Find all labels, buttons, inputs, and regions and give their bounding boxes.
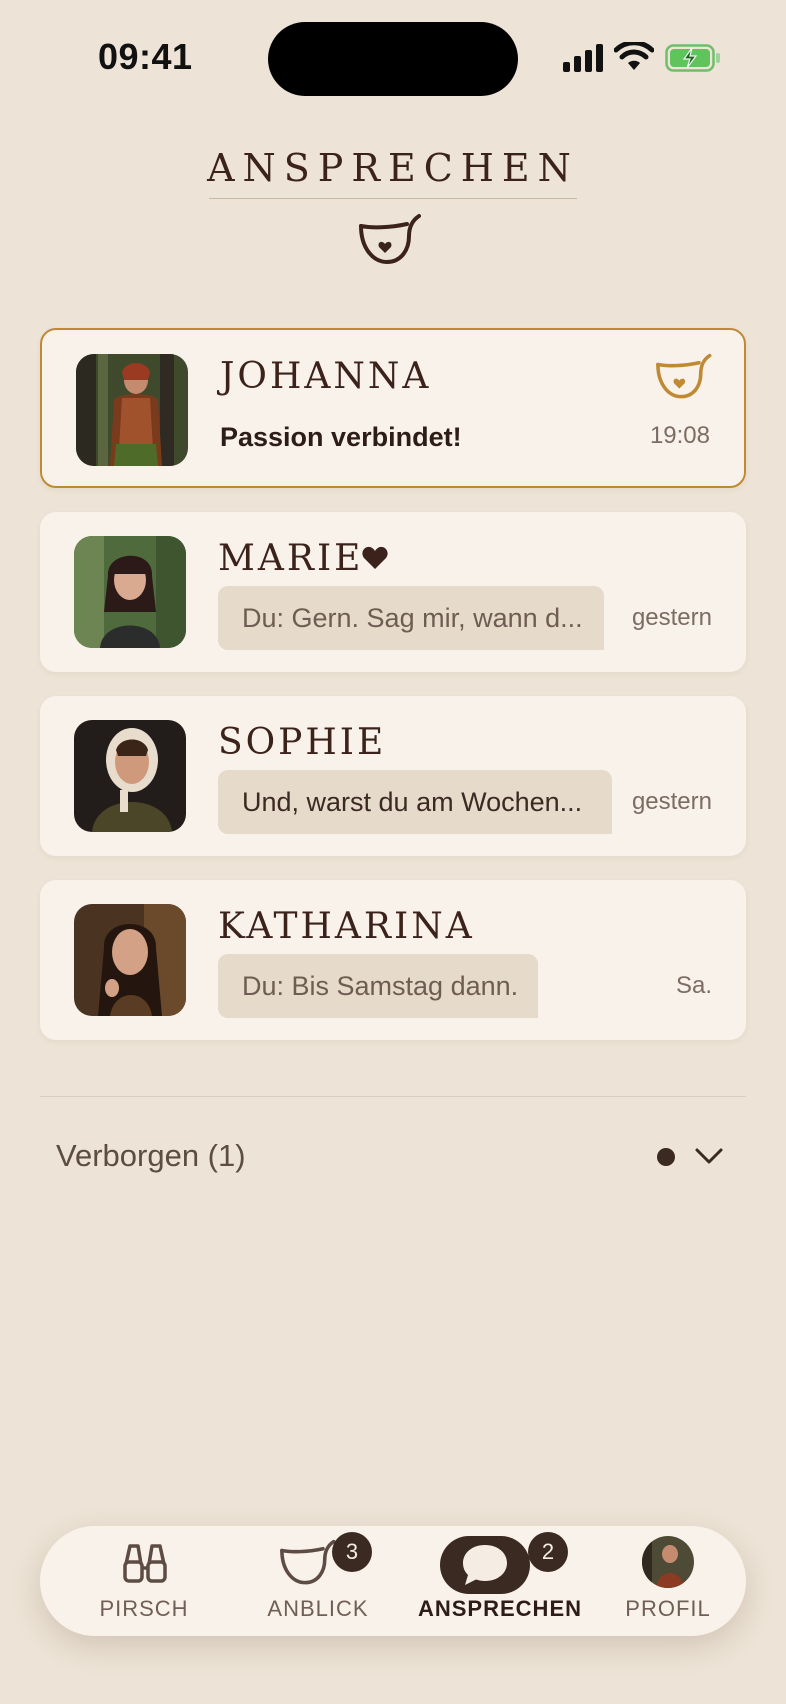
tab-pirsch[interactable]: PIRSCH <box>60 1526 228 1636</box>
conversation-card-katharina[interactable]: KATHARINA Du: Bis Samstag dann. Sa. <box>40 880 746 1040</box>
tab-anblick[interactable]: 3 ANBLICK <box>234 1526 402 1636</box>
contact-name: KATHARINA <box>218 906 475 947</box>
message-preview: Du: Bis Samstag dann. <box>218 954 538 1018</box>
page-title: ANSPRECHEN <box>207 146 579 190</box>
tab-bar: PIRSCH 3 ANBLICK 2 ANSPRECHEN PROFIL <box>40 1526 746 1636</box>
horn-heart-icon <box>359 214 421 265</box>
unread-dot <box>657 1148 675 1166</box>
tab-label: PROFIL <box>625 1596 711 1621</box>
profile-avatar <box>642 1536 694 1588</box>
conversation-card-sophie[interactable]: SOPHIE Und, warst du am Wochen... gester… <box>40 696 746 856</box>
binoculars-icon <box>123 1544 167 1583</box>
contact-name: SOPHIE <box>218 722 387 763</box>
wifi-icon <box>614 42 654 70</box>
conversation-card-marie[interactable]: MARIE Du: Gern. Sag mir, wann d... geste… <box>40 512 746 672</box>
tab-label: ANSPRECHEN <box>417 1596 583 1621</box>
tab-profil[interactable]: PROFIL <box>598 1526 738 1636</box>
message-time: Sa. <box>675 972 712 999</box>
contact-name: JOHANNA <box>220 356 432 397</box>
chevron-down-icon[interactable] <box>694 1144 724 1168</box>
status-bar: 09:41 <box>0 0 786 110</box>
contact-name: MARIE <box>218 538 364 579</box>
avatar <box>74 904 186 1016</box>
avatar <box>76 354 188 466</box>
message-time: 19:08 <box>649 422 710 449</box>
message-preview: Und, warst du am Wochen... <box>218 770 612 834</box>
hidden-conversations-toggle[interactable]: Verborgen (1) <box>56 1138 246 1174</box>
section-divider <box>40 1096 746 1097</box>
avatar <box>74 536 186 648</box>
conversation-card-johanna[interactable]: JOHANNA Passion verbindet! 19:08 <box>40 328 746 488</box>
message-time: gestern <box>631 604 712 631</box>
horn-icon <box>280 1539 336 1585</box>
horn-heart-icon <box>656 353 712 399</box>
message-time: gestern <box>631 788 712 815</box>
chat-bubble-icon <box>463 1545 507 1585</box>
tab-ansprechen[interactable]: 2 ANSPRECHEN <box>402 1526 598 1636</box>
avatar <box>74 720 186 832</box>
heart-icon <box>362 546 388 569</box>
header-divider <box>209 198 577 199</box>
battery-charging-icon <box>665 44 720 72</box>
status-time: 09:41 <box>98 36 193 77</box>
dynamic-island <box>268 22 518 96</box>
tab-label: PIRSCH <box>99 1596 189 1621</box>
message-preview: Passion verbindet! <box>220 422 462 452</box>
tab-label: ANBLICK <box>267 1596 369 1621</box>
message-preview: Du: Gern. Sag mir, wann d... <box>218 586 604 650</box>
notification-badge: 2 <box>528 1532 568 1572</box>
notification-badge: 3 <box>332 1532 372 1572</box>
signal-icon <box>563 44 603 72</box>
